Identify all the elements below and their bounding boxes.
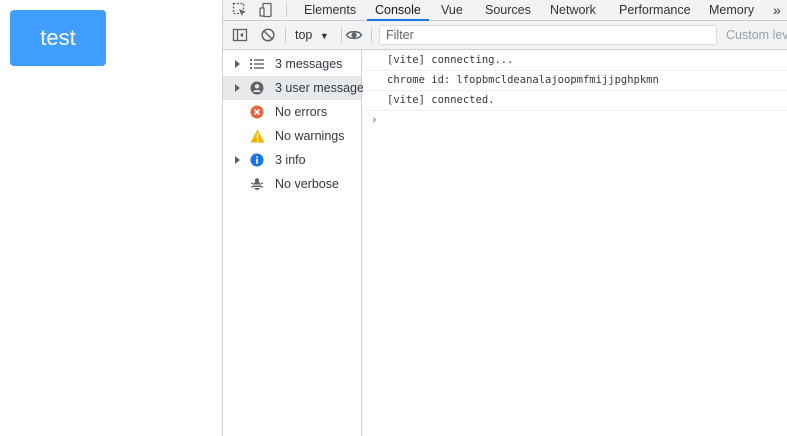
dropdown-arrow-icon: ▼ (319, 31, 329, 41)
inspect-element-icon[interactable] (231, 2, 249, 18)
tab-performance[interactable]: Performance (619, 0, 691, 20)
sidebar-item-messages[interactable]: 3 messages (223, 52, 361, 76)
toolbar-divider (285, 27, 286, 43)
tab-memory[interactable]: Memory (709, 0, 754, 20)
sidebar-item-user-messages[interactable]: 3 user messages (223, 76, 370, 100)
devtools-panel: Elements Console Vue Sources Network Per… (222, 0, 787, 436)
sidebar-item-errors[interactable]: No errors (223, 100, 361, 124)
tab-divider (286, 3, 287, 17)
console-message: [vite] connecting... (363, 51, 787, 71)
expand-arrow-icon[interactable] (235, 156, 240, 164)
sidebar-item-label: 3 messages (275, 57, 343, 71)
page-area: test (0, 0, 222, 436)
bug-icon (249, 176, 265, 192)
eye-icon[interactable] (345, 27, 363, 43)
sidebar-item-label: No verbose (275, 177, 339, 191)
sidebar-item-label: 3 info (275, 153, 306, 167)
toggle-sidebar-icon[interactable] (231, 27, 249, 43)
context-selector[interactable]: top ▼ (295, 25, 329, 45)
console-sidebar: 3 messages 3 user messages No errors No … (223, 50, 370, 436)
toolbar-divider (341, 27, 342, 43)
expand-arrow-icon[interactable] (235, 60, 240, 68)
sidebar-item-label: No errors (275, 105, 328, 119)
tab-sources[interactable]: Sources (485, 0, 531, 20)
console-toolbar: top ▼ Custom leve (223, 21, 787, 50)
filter-input[interactable] (379, 25, 717, 45)
user-icon (249, 80, 265, 96)
sidebar-item-warnings[interactable]: No warnings (223, 124, 361, 148)
error-icon (249, 104, 265, 120)
console-prompt-icon[interactable]: › (371, 113, 378, 126)
tab-console[interactable]: Console (367, 0, 429, 21)
device-toolbar-icon[interactable] (257, 2, 275, 18)
info-icon (249, 152, 265, 168)
list-icon (249, 56, 265, 72)
sidebar-item-label: 3 user messages (275, 81, 371, 95)
clear-console-icon[interactable] (259, 27, 277, 43)
devtools-tabbar: Elements Console Vue Sources Network Per… (223, 0, 787, 21)
warning-icon (249, 128, 265, 144)
log-levels-dropdown[interactable]: Custom leve (726, 25, 787, 45)
sidebar-item-verbose[interactable]: No verbose (223, 172, 361, 196)
test-button[interactable]: test (10, 10, 106, 66)
context-value: top (295, 28, 313, 42)
console-output[interactable]: [vite] connecting... chrome id: lfopbmcl… (363, 50, 787, 436)
more-tabs-icon[interactable]: » (773, 0, 781, 20)
console-message: chrome id: lfopbmcldeanalajoopmfmijjpghp… (363, 71, 787, 91)
sidebar-item-label: No warnings (275, 129, 345, 143)
sidebar-item-info[interactable]: 3 info (223, 148, 361, 172)
toolbar-divider (371, 27, 372, 43)
console-message: [vite] connected. (363, 91, 787, 111)
expand-arrow-icon[interactable] (235, 84, 240, 92)
tab-network[interactable]: Network (550, 0, 596, 20)
tab-elements[interactable]: Elements (304, 0, 356, 20)
tab-vue[interactable]: Vue (441, 0, 463, 20)
